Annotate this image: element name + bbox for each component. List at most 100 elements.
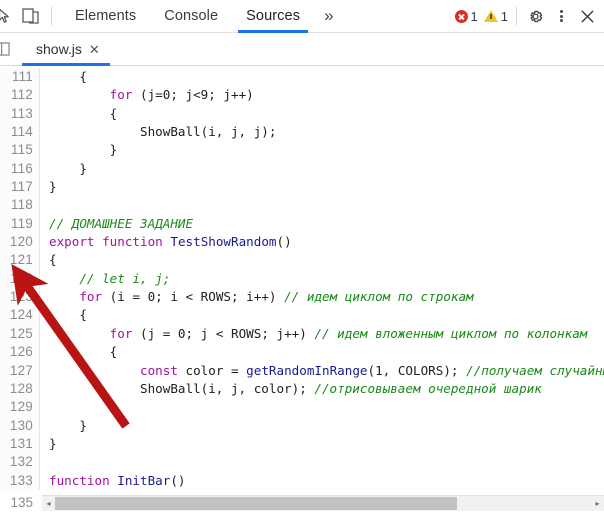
scroll-right-arrow-icon[interactable]: ▸	[591, 496, 604, 511]
code-line-text[interactable]: }	[40, 417, 604, 435]
code-token: const	[140, 362, 178, 378]
code-line-text[interactable]: ShowBall(i, j, j);	[40, 123, 604, 141]
code-line-text[interactable]: for (i = 0; i < ROWS; i++) // идем цикло…	[40, 288, 604, 306]
code-line-text[interactable]: // ДОМАШНЕЕ ЗАДАНИЕ	[40, 215, 604, 233]
inspect-cursor-icon[interactable]	[0, 0, 16, 32]
editor-horizontal-scrollbar[interactable]: 135 ◂ ▸	[0, 490, 604, 515]
code-line: 120 export function TestShowRandom()	[0, 233, 604, 252]
code-token: }	[49, 142, 118, 158]
line-number: 122	[0, 269, 39, 289]
code-token: color =	[177, 362, 247, 378]
code-line-text[interactable]	[40, 196, 604, 214]
line-number: 111	[0, 68, 39, 87]
code-token: ShowBall(i, j, j);	[49, 124, 277, 140]
code-token: //получаем случайный цвет	[466, 362, 604, 378]
code-line-text[interactable]: {	[40, 251, 604, 269]
source-code-editor[interactable]: 111 {112 for (j=0; j<9; j++) 113 {114 Sho…	[0, 66, 604, 490]
code-token: function	[102, 234, 163, 250]
code-token: (1, COLORS);	[367, 362, 467, 378]
code-line: 125 for (j = 0; j < ROWS; j++) // идем в…	[0, 324, 604, 344]
code-line-text[interactable]: {	[40, 105, 604, 123]
line-number: 120	[0, 233, 39, 252]
code-line: 124 {	[0, 306, 604, 325]
scrollbar-track[interactable]: ◂ ▸	[42, 494, 604, 511]
warning-icon	[483, 10, 498, 22]
line-number: 125	[0, 324, 39, 344]
code-token: ShowBall(i, j, color);	[49, 380, 315, 396]
line-number: 112	[0, 86, 39, 105]
scrollbar-thumb[interactable]	[55, 496, 457, 510]
navigator-panel-icon[interactable]	[0, 42, 14, 56]
gear-icon[interactable]	[522, 0, 548, 32]
code-token: (i = 0; i < ROWS; i++)	[102, 289, 285, 305]
code-token: {	[49, 105, 118, 121]
code-line-text[interactable]: }	[40, 141, 604, 159]
code-line-text[interactable]	[40, 453, 604, 471]
line-number: 131	[0, 434, 39, 454]
code-line-text[interactable]: // let i, j;	[40, 270, 604, 288]
code-token: // идем циклом по строкам	[284, 289, 474, 305]
file-tab-show-js[interactable]: show.js ✕	[22, 33, 110, 66]
line-number: 116	[0, 159, 39, 179]
tab-elements[interactable]: Elements	[61, 0, 150, 33]
more-tabs-button[interactable]: »	[314, 0, 343, 33]
toolbar-divider-right	[516, 7, 517, 25]
tab-console[interactable]: Console	[150, 0, 232, 33]
scroll-left-arrow-icon[interactable]: ◂	[42, 496, 55, 511]
warning-count-badge[interactable]: 1	[481, 9, 511, 24]
error-icon	[454, 9, 468, 23]
code-line: 117}	[0, 178, 604, 197]
code-token: }	[49, 179, 57, 195]
code-line: 127 const color = getRandomInRange(1, CO…	[0, 361, 604, 380]
code-line-text[interactable]: {	[40, 68, 604, 86]
code-line-text[interactable]: for (j = 0; j < ROWS; j++) // идем вложе…	[40, 325, 604, 343]
code-line-text[interactable]: function InitBar()	[40, 472, 604, 490]
code-line: 114 ShowBall(i, j, j);	[0, 123, 604, 142]
code-line: 126 {	[0, 343, 604, 362]
code-line-text[interactable]: }	[40, 160, 604, 178]
line-number: 129	[0, 398, 39, 417]
error-count-badge[interactable]: 1	[452, 9, 481, 24]
line-number: 132	[0, 453, 39, 472]
code-line: 118	[0, 196, 604, 215]
file-tab-bar: show.js ✕	[0, 33, 604, 66]
code-token: for	[109, 87, 133, 103]
devtools-toolbar: Elements Console Sources » 1 1	[0, 0, 604, 33]
line-number: 133	[0, 471, 39, 490]
tab-sources[interactable]: Sources	[232, 0, 314, 33]
code-line-text[interactable]: {	[40, 343, 604, 361]
code-line: 115 }	[0, 141, 604, 160]
code-token: (j=0; j<9; j++)	[132, 87, 254, 103]
code-line-text[interactable]: export function TestShowRandom()	[40, 233, 604, 251]
code-line-text[interactable]: for (j=0; j<9; j++)	[40, 86, 604, 104]
close-icon[interactable]	[574, 0, 600, 32]
file-tab-label: show.js	[36, 41, 82, 57]
code-line-text[interactable]: }	[40, 435, 604, 453]
code-line-text[interactable]: }	[40, 178, 604, 196]
line-number: 115	[0, 141, 39, 160]
devtools-window: Elements Console Sources » 1 1 show.js ✕…	[0, 0, 604, 515]
line-number: 119	[0, 214, 39, 234]
code-token: // идем вложенным циклом по колонкам	[314, 325, 588, 341]
file-tab-close-icon[interactable]: ✕	[89, 43, 100, 56]
code-token: for	[109, 325, 133, 341]
scrollbar-thumb-area[interactable]	[55, 496, 591, 511]
code-line-text[interactable]: {	[40, 306, 604, 324]
code-line-text[interactable]: }	[40, 398, 604, 416]
code-line-text[interactable]: const color = getRandomInRange(1, COLORS…	[40, 362, 604, 380]
line-number: 117	[0, 178, 39, 197]
line-number: 123	[0, 288, 39, 307]
code-token: // ДОМАШНЕЕ ЗАДАНИЕ	[49, 215, 194, 231]
code-line-text[interactable]: ShowBall(i, j, color); //отрисовываем оч…	[40, 380, 604, 398]
toolbar-right-actions: 1 1	[452, 0, 604, 33]
kebab-menu-icon[interactable]	[548, 0, 574, 32]
code-line: 130 }	[0, 416, 604, 435]
line-number: 121	[0, 251, 39, 270]
code-line-list: 111 {112 for (j=0; j<9; j++) 113 {114 Sho…	[0, 68, 604, 490]
device-toolbar-icon[interactable]	[16, 0, 46, 32]
code-token: {	[49, 252, 57, 268]
code-token: export	[49, 234, 95, 250]
